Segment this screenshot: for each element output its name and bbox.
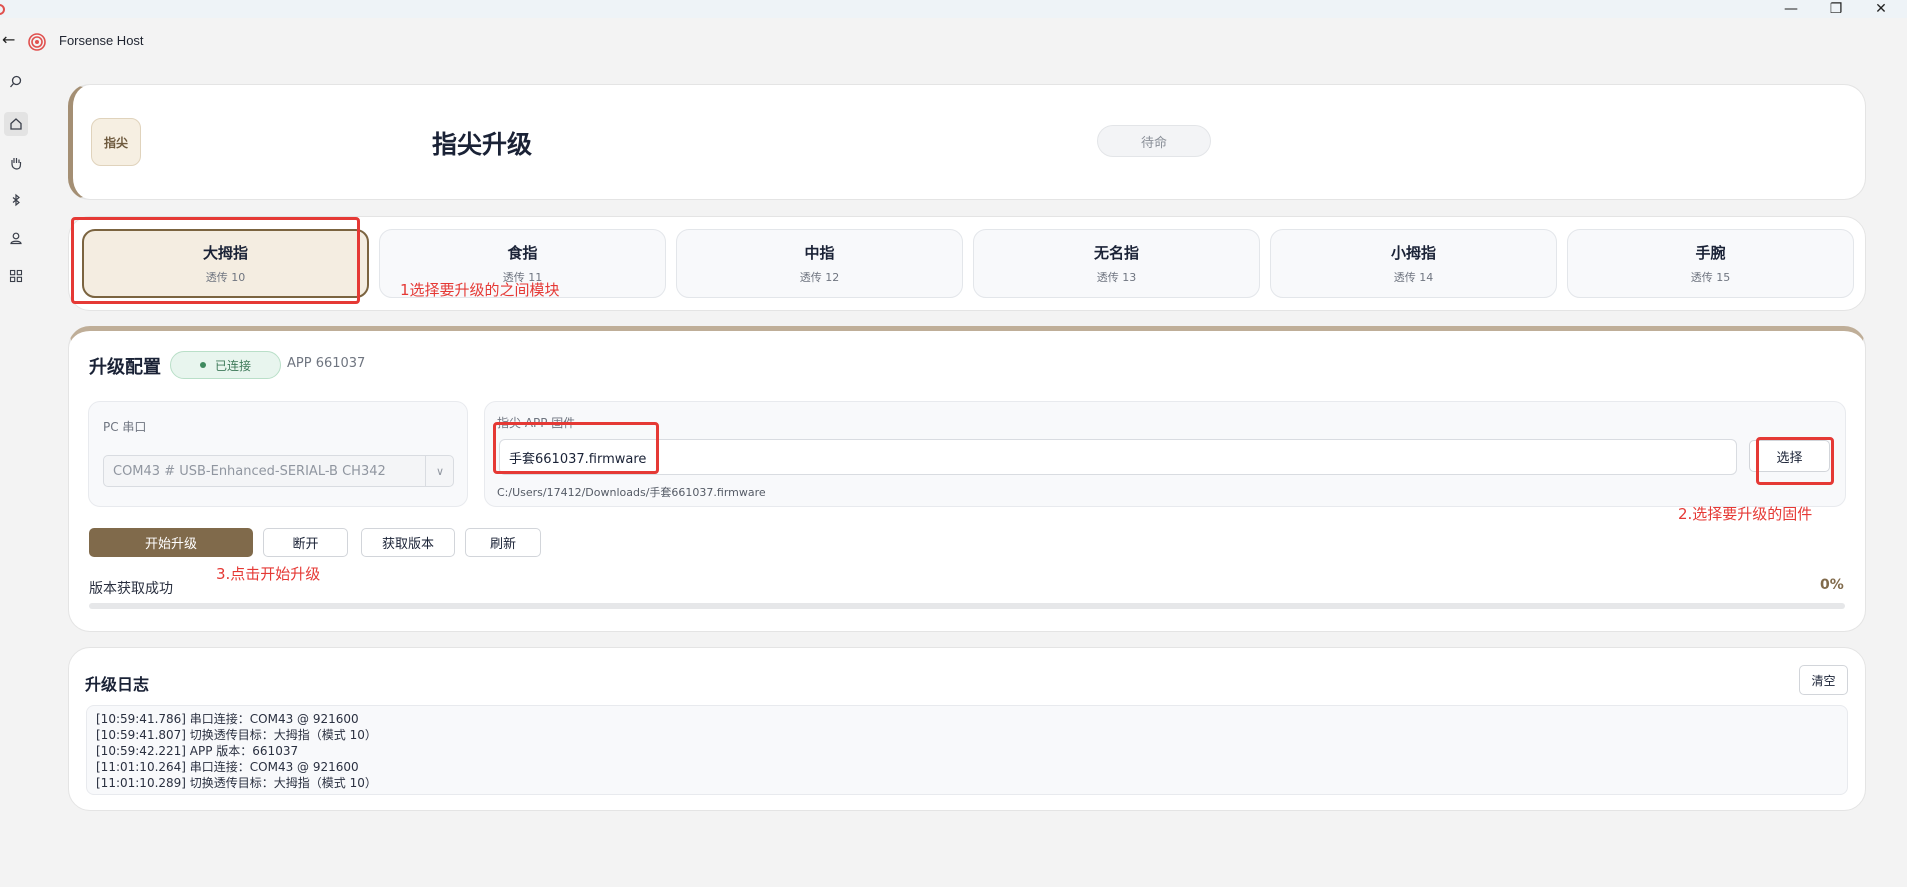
connection-status-badge: 已连接 bbox=[170, 351, 281, 379]
tab-little-finger[interactable]: 小拇指 透传 14 bbox=[1270, 229, 1557, 298]
app-logo-icon bbox=[28, 33, 46, 51]
hand-icon[interactable] bbox=[4, 151, 28, 175]
serial-port-panel bbox=[88, 401, 468, 507]
annotation-step3: 3.点击开始升级 bbox=[216, 565, 321, 583]
fingertip-badge: 指尖 bbox=[91, 118, 141, 166]
restore-button[interactable]: ❐ bbox=[1813, 0, 1859, 18]
tab-wrist[interactable]: 手腕 透传 15 bbox=[1567, 229, 1854, 298]
connection-label: 已连接 bbox=[214, 358, 251, 373]
log-line: [10:59:41.786] 串口连接：COM43 @ 921600 bbox=[96, 712, 359, 726]
status-badge: 待命 bbox=[1097, 125, 1211, 157]
tab-sublabel: 透传 12 bbox=[799, 271, 840, 284]
annotation-box-firmware bbox=[493, 422, 659, 474]
tab-sublabel: 透传 15 bbox=[1690, 271, 1731, 284]
grid-icon[interactable] bbox=[4, 264, 28, 288]
bluetooth-icon[interactable] bbox=[4, 188, 28, 212]
progress-bar bbox=[89, 603, 1845, 609]
tab-sublabel: 透传 13 bbox=[1096, 271, 1137, 284]
home-icon[interactable] bbox=[4, 112, 28, 136]
close-button[interactable]: ✕ bbox=[1858, 0, 1904, 18]
get-version-button[interactable]: 获取版本 bbox=[361, 528, 455, 557]
app-title: Forsense Host bbox=[59, 33, 144, 48]
log-line: [10:59:42.221] APP 版本：661037 bbox=[96, 744, 299, 758]
user-icon[interactable] bbox=[4, 226, 28, 250]
firmware-file-input[interactable]: 手套661037.firmware bbox=[499, 439, 1737, 475]
serial-port-label: PC 串口 bbox=[103, 420, 147, 434]
clear-log-button[interactable]: 清空 bbox=[1799, 665, 1848, 695]
log-title: 升级日志 bbox=[85, 675, 150, 694]
back-arrow-icon[interactable]: ← bbox=[2, 32, 18, 48]
start-upgrade-button[interactable]: 开始升级 bbox=[89, 528, 253, 557]
log-line: [10:59:41.807] 切换透传目标：大拇指（模式 10） bbox=[96, 728, 377, 742]
page-title: 指尖升级 bbox=[432, 130, 533, 159]
search-icon[interactable] bbox=[4, 70, 28, 94]
chevron-down-icon[interactable]: ∨ bbox=[425, 455, 454, 487]
tab-label: 手腕 bbox=[1695, 244, 1726, 262]
title-bar bbox=[0, 0, 1907, 18]
annotation-step2: 2.选择要升级的固件 bbox=[1678, 505, 1813, 523]
status-text: 版本获取成功 bbox=[89, 581, 173, 597]
app-version-label: APP 661037 bbox=[287, 356, 366, 371]
serial-port-select[interactable]: COM43 # USB-Enhanced-SERIAL-B CH342 bbox=[103, 455, 454, 487]
hero-card bbox=[68, 84, 1866, 200]
annotation-step1: 1选择要升级的之间模块 bbox=[400, 281, 560, 299]
progress-percent: 0% bbox=[1820, 577, 1844, 593]
tab-label: 食指 bbox=[507, 244, 538, 262]
tab-label: 中指 bbox=[804, 244, 835, 262]
log-line: [11:01:10.264] 串口连接：COM43 @ 921600 bbox=[96, 760, 359, 774]
firmware-path: C:/Users/17412/Downloads/手套661037.firmwa… bbox=[497, 486, 766, 499]
annotation-box-step1 bbox=[71, 217, 360, 304]
refresh-button[interactable]: 刷新 bbox=[465, 528, 541, 557]
section-title: 升级配置 bbox=[89, 357, 161, 378]
tab-ring-finger[interactable]: 无名指 透传 13 bbox=[973, 229, 1260, 298]
tab-middle-finger[interactable]: 中指 透传 12 bbox=[676, 229, 963, 298]
log-output: [10:59:41.786] 串口连接：COM43 @ 921600 [10:5… bbox=[86, 705, 1848, 795]
status-dot-icon bbox=[199, 362, 206, 368]
tab-label: 无名指 bbox=[1093, 244, 1139, 262]
log-line: [11:01:10.289] 切换透传目标：大拇指（模式 10） bbox=[96, 776, 377, 790]
annotation-box-step2 bbox=[1756, 437, 1834, 485]
tab-label: 小拇指 bbox=[1390, 244, 1436, 262]
minimize-button[interactable]: — bbox=[1768, 0, 1814, 18]
disconnect-button[interactable]: 断开 bbox=[263, 528, 348, 557]
tab-sublabel: 透传 14 bbox=[1393, 271, 1434, 284]
